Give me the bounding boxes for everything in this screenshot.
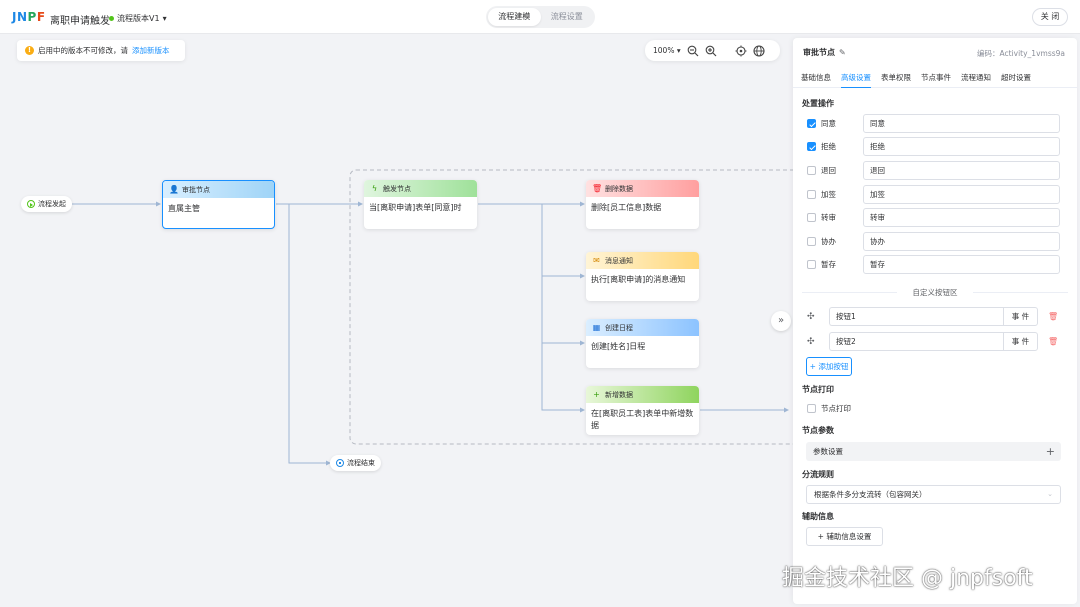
custom-button-input[interactable]: 按钮1 xyxy=(829,307,1003,326)
calendar-icon: ▦ xyxy=(592,323,601,332)
op-row-assist: 协办 协办 xyxy=(807,232,1060,251)
tab-basic-info[interactable]: 基础信息 xyxy=(801,66,831,88)
return-input[interactable]: 退回 xyxy=(863,161,1060,180)
print-section-title: 节点打印 xyxy=(802,385,834,394)
node-header: ✉ 消息通知 xyxy=(586,252,699,269)
start-node[interactable]: 流程发起 xyxy=(21,196,72,212)
param-section-title: 节点参数 xyxy=(802,426,834,435)
trigger-node[interactable]: ϟ 触发节点 当[离职申请]表单[同意]时 xyxy=(364,180,477,229)
custom-button-divider: 自定义按钮区 xyxy=(802,287,1068,297)
node-body: 直属主管 xyxy=(168,204,200,213)
tab-form-permissions[interactable]: 表单权限 xyxy=(881,66,911,88)
op-row-reject: 拒绝 拒绝 xyxy=(807,137,1060,156)
op-row-return: 退回 退回 xyxy=(807,161,1060,180)
add-button-button[interactable]: + 添加按钮 xyxy=(806,357,852,376)
branch-rule-select[interactable]: 根据条件多分支流转（包容网关） ⌄ xyxy=(806,485,1061,504)
delete-icon[interactable]: 🗑 xyxy=(1048,337,1058,346)
reject-input[interactable]: 拒绝 xyxy=(863,137,1060,156)
node-header: ϟ 触发节点 xyxy=(364,180,477,197)
countersign-checkbox[interactable] xyxy=(807,190,816,199)
collapse-panel-button[interactable]: » xyxy=(771,311,791,331)
tab-timeout-settings[interactable]: 超时设置 xyxy=(1001,66,1031,88)
edit-pencil-icon[interactable]: ✎ xyxy=(839,48,846,57)
node-header: 👤 审批节点 xyxy=(163,181,274,198)
assist-input[interactable]: 协办 xyxy=(863,232,1060,251)
transfer-checkbox[interactable] xyxy=(807,213,816,222)
custom-button-input[interactable]: 按钮2 xyxy=(829,332,1003,351)
plus-icon: + xyxy=(593,390,600,399)
delete-data-node[interactable]: 🗑 删除数据 删除[员工信息]数据 xyxy=(586,180,699,229)
return-checkbox[interactable] xyxy=(807,166,816,175)
tab-node-events[interactable]: 节点事件 xyxy=(921,66,951,88)
param-settings-bar[interactable]: 参数设置 + xyxy=(806,442,1061,461)
node-header: 🗑 删除数据 xyxy=(586,180,699,197)
tab-flow-notify[interactable]: 流程通知 xyxy=(961,66,991,88)
drag-handle-icon[interactable]: ✣ xyxy=(807,312,819,322)
event-button[interactable]: 事 件 xyxy=(1003,332,1038,351)
node-header: ▦ 创建日程 xyxy=(586,319,699,336)
delete-icon[interactable]: 🗑 xyxy=(1048,312,1058,321)
node-print-checkbox[interactable] xyxy=(807,404,816,413)
chevron-down-icon: ⌄ xyxy=(1047,490,1053,498)
transfer-input[interactable]: 转审 xyxy=(863,208,1060,227)
trash-icon: 🗑 xyxy=(592,184,603,193)
reject-checkbox[interactable] xyxy=(807,142,816,151)
agree-checkbox[interactable] xyxy=(807,119,816,128)
node-body: 创建[姓名]日程 xyxy=(591,342,646,351)
node-body: 执行[离职申请]的消息通知 xyxy=(591,275,686,284)
start-label: 流程发起 xyxy=(38,200,66,208)
node-body: 当[离职申请]表单[同意]时 xyxy=(369,203,462,212)
add-data-node[interactable]: + 新增数据 在[离职员工表]表单中新增数据 xyxy=(586,386,699,435)
panel-tabs: 基础信息 高级设置 表单权限 节点事件 流程通知 超时设置 xyxy=(793,66,1077,88)
save-draft-checkbox[interactable] xyxy=(807,260,816,269)
end-node[interactable]: 流程结束 xyxy=(330,455,381,471)
op-row-agree: 同意 同意 xyxy=(807,114,1060,133)
assist-checkbox[interactable] xyxy=(807,237,816,246)
message-notify-node[interactable]: ✉ 消息通知 执行[离职申请]的消息通知 xyxy=(586,252,699,301)
end-label: 流程结束 xyxy=(347,459,375,467)
panel-title: 审批节点 ✎ xyxy=(803,48,846,57)
node-code: 编码：Activity_1vmss9a xyxy=(977,49,1065,58)
create-schedule-node[interactable]: ▦ 创建日程 创建[姓名]日程 xyxy=(586,319,699,368)
plus-icon[interactable]: + xyxy=(1046,442,1055,461)
aux-section-title: 辅助信息 xyxy=(802,512,834,521)
agree-input[interactable]: 同意 xyxy=(863,114,1060,133)
op-row-transfer: 转审 转审 xyxy=(807,208,1060,227)
stop-icon xyxy=(336,459,344,467)
branch-section-title: 分流规则 xyxy=(802,470,834,479)
ops-section-title: 处置操作 xyxy=(802,99,834,108)
node-print-option[interactable]: 节点打印 xyxy=(807,403,851,414)
node-body: 在[离职员工表]表单中新增数据 xyxy=(591,409,694,430)
watermark: 掘金技术社区 @ jnpfsoft xyxy=(782,566,1033,591)
aux-info-settings-button[interactable]: + 辅助信息设置 xyxy=(806,527,883,546)
event-button[interactable]: 事 件 xyxy=(1003,307,1038,326)
play-icon xyxy=(27,200,35,208)
node-header: + 新增数据 xyxy=(586,386,699,403)
message-icon: ✉ xyxy=(593,256,600,265)
user-icon: 👤 xyxy=(169,185,179,194)
op-row-save-draft: 暂存 暂存 xyxy=(807,255,1060,274)
properties-panel: 审批节点 ✎ 编码：Activity_1vmss9a 基础信息 高级设置 表单权… xyxy=(793,38,1077,604)
custom-button-row: ✣ 按钮2 事 件 🗑 xyxy=(807,332,1067,351)
drag-handle-icon[interactable]: ✣ xyxy=(807,337,819,347)
save-draft-input[interactable]: 暂存 xyxy=(863,255,1060,274)
tab-advanced-settings[interactable]: 高级设置 xyxy=(841,66,871,88)
op-row-countersign: 加签 加签 xyxy=(807,185,1060,204)
lightning-icon: ϟ xyxy=(371,184,378,193)
node-body: 删除[员工信息]数据 xyxy=(591,203,662,212)
custom-button-row: ✣ 按钮1 事 件 🗑 xyxy=(807,307,1067,326)
countersign-input[interactable]: 加签 xyxy=(863,185,1060,204)
approval-node[interactable]: 👤 审批节点 直属主管 xyxy=(162,180,275,229)
